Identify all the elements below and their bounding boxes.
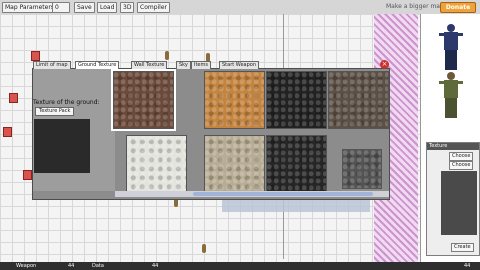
map-selector-dropdown[interactable]: 0: [52, 2, 70, 13]
texture-tile[interactable]: [126, 135, 187, 193]
close-icon[interactable]: ×: [380, 60, 389, 69]
data-count: 44: [152, 263, 159, 269]
player-model-icon[interactable]: [439, 24, 463, 70]
scrollbar-thumb[interactable]: [193, 192, 373, 196]
player-figure-icon[interactable]: [202, 244, 206, 253]
tab-items[interactable]: Items: [191, 61, 211, 69]
weapon-label: Weapon: [16, 263, 37, 269]
model-legs: [445, 98, 457, 118]
texture-tile[interactable]: [328, 71, 389, 129]
map-marker-icon[interactable]: [9, 93, 18, 103]
top-toolbar: Map Parameters 0 Save Load 3D Compiler M…: [0, 0, 480, 15]
model-body: [444, 32, 458, 50]
map-parameters-button[interactable]: Map Parameters: [2, 2, 57, 13]
data-label: Data: [92, 263, 104, 269]
model-body: [444, 80, 458, 98]
map-marker-icon[interactable]: [31, 51, 40, 61]
enemy-model-icon[interactable]: [439, 72, 463, 118]
texture-preview-pane: Texture of the ground: Texture Pack: [33, 69, 115, 191]
selected-texture-preview: [34, 119, 90, 173]
tab-wall-texture[interactable]: Wall Texture: [131, 61, 168, 69]
tab-sky[interactable]: Sky: [176, 61, 191, 69]
map-marker-icon[interactable]: [23, 170, 32, 180]
texture-pack-button[interactable]: Texture Pack: [35, 107, 75, 116]
create-button[interactable]: Create: [451, 243, 474, 252]
save-button[interactable]: Save: [74, 2, 95, 13]
choose-button-2[interactable]: Choose: [449, 161, 474, 170]
selection-band: [222, 200, 370, 212]
bottom-status-bar: Weapon 44 Data 44 44: [0, 262, 480, 270]
texture-scrollbar[interactable]: [115, 191, 389, 197]
texture-tile[interactable]: [342, 149, 382, 189]
model-head: [447, 24, 455, 32]
model-legs: [445, 50, 457, 70]
ground-texture-label: Texture of the ground:: [33, 99, 100, 106]
compiler-button[interactable]: Compiler: [137, 2, 171, 13]
3d-button[interactable]: 3D: [120, 2, 135, 13]
right-panel: Texture Choose Choose Create: [420, 14, 480, 270]
player-figure-icon[interactable]: [165, 51, 169, 60]
texture-panel: Texture Choose Choose Create: [426, 142, 480, 256]
make-bigger-map-link[interactable]: Make a bigger map: [386, 3, 444, 10]
texture-panel-header: Texture: [427, 143, 479, 150]
texture-tile[interactable]: [111, 69, 176, 131]
tab-ground-texture[interactable]: Ground Texture: [75, 61, 120, 69]
texture-swatch: [441, 171, 477, 235]
tab-start-weapon[interactable]: Start Weapon: [219, 61, 259, 69]
texture-tile[interactable]: [266, 71, 327, 129]
ground-texture-dialog: Limit of map Ground Texture Wall Texture…: [32, 61, 390, 200]
texture-tile[interactable]: [204, 71, 265, 129]
choose-button-1[interactable]: Choose: [449, 152, 474, 161]
tab-limit-of-map[interactable]: Limit of map: [33, 61, 71, 69]
model-head: [447, 72, 455, 80]
weapon-count: 44: [68, 263, 75, 269]
donate-button[interactable]: Donate: [440, 2, 476, 13]
map-marker-icon[interactable]: [3, 127, 12, 137]
panel-count: 44: [464, 263, 471, 269]
texture-tile[interactable]: [266, 135, 327, 193]
load-button[interactable]: Load: [97, 2, 118, 13]
texture-tile[interactable]: [204, 135, 265, 193]
